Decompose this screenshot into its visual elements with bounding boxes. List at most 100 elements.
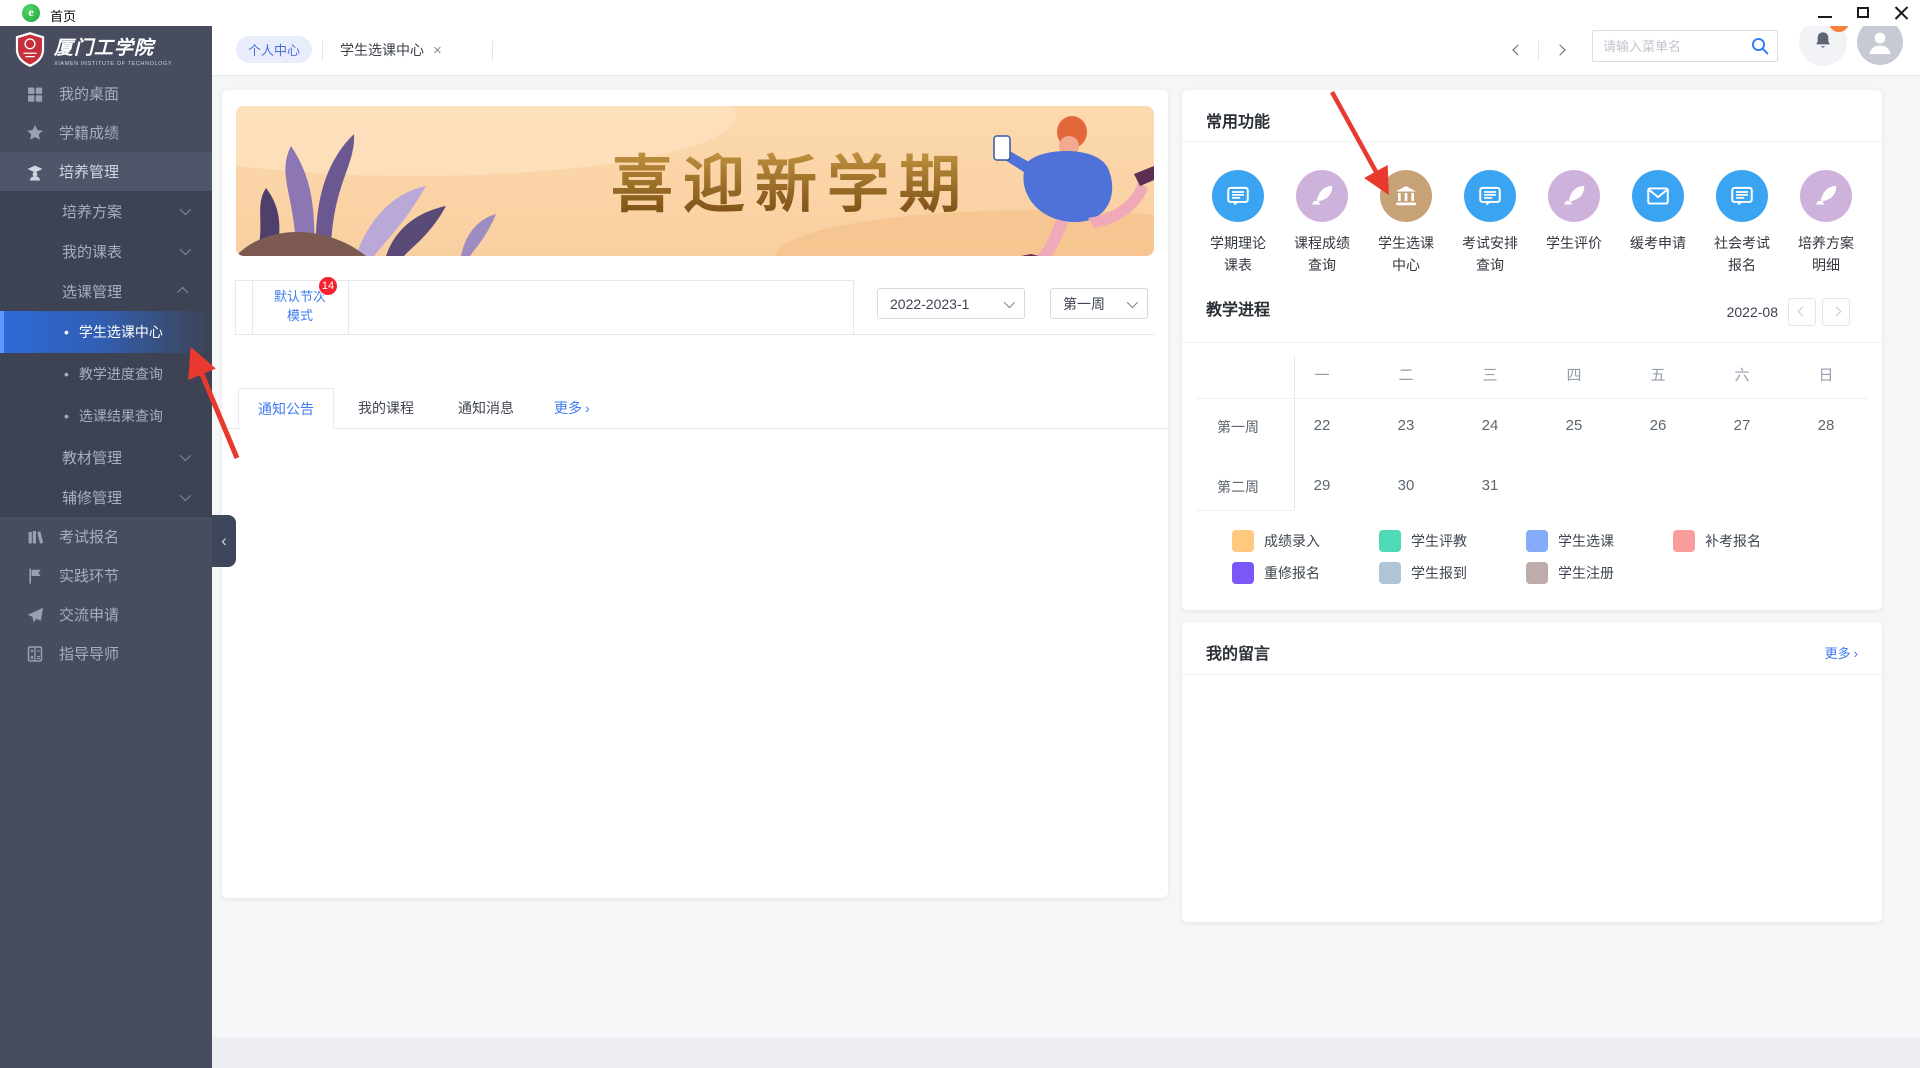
quick-item-exam-schedule[interactable]: 考试安排 查询 — [1448, 170, 1532, 276]
comment-icon — [1477, 183, 1503, 209]
divider — [1538, 41, 1539, 61]
tab-student-course-center[interactable]: 学生选课中心 × — [340, 40, 442, 60]
divider — [1182, 141, 1882, 142]
week-select[interactable]: 第一周 — [1050, 288, 1148, 319]
sidebar-submenu-training: 培养方案 我的课表 选课管理 学生选课中心 教学进度查询 选课结果查询 教材管理 — [0, 191, 212, 517]
chevron-left-icon — [1798, 307, 1808, 317]
plane-icon — [26, 606, 44, 624]
legend-swatch — [1379, 562, 1401, 584]
tab-personal-center[interactable]: 个人中心 — [236, 36, 312, 63]
sidebar-item-course-selection-management[interactable]: 选课管理 — [0, 271, 212, 311]
sidebar-collapse-handle[interactable]: ‹ — [212, 515, 236, 567]
bank-icon — [1393, 183, 1419, 209]
legend-swatch — [1526, 530, 1548, 552]
calendar-date: 27 — [1700, 417, 1784, 437]
calendar-prev-button[interactable] — [1788, 298, 1816, 326]
sidebar-item-student-course-center[interactable]: 学生选课中心 — [0, 311, 212, 353]
calendar-date: 31 — [1448, 477, 1532, 497]
quick-item-deferred-exam[interactable]: 缓考申请 — [1616, 170, 1700, 276]
books-icon — [26, 528, 44, 546]
calendar-date: 25 — [1532, 417, 1616, 437]
quill-icon — [1309, 183, 1335, 209]
divider — [1182, 674, 1882, 675]
sidebar-item-teaching-progress-query[interactable]: 教学进度查询 — [0, 353, 212, 395]
messages-more-link[interactable]: 更多› — [1825, 643, 1858, 662]
sidebar: 厦门工学院 XIAMEN INSTITUTE OF TECHNOLOGY 我的桌… — [0, 26, 212, 1068]
school-shield-icon — [14, 31, 46, 69]
quick-item-training-plan-detail[interactable]: 培养方案 明细 — [1784, 170, 1868, 276]
legend-swatch — [1526, 562, 1548, 584]
sidebar-item-academic-records[interactable]: 学籍成绩 — [0, 113, 212, 152]
nav-back-button[interactable] — [1507, 40, 1529, 62]
sidebar-item-my-timetable[interactable]: 我的课表 — [0, 231, 212, 271]
sidebar-item-exam-registration[interactable]: 考试报名 — [0, 517, 212, 556]
main-panel: 喜迎新学期 默认节次 模式 14 2022-2023-1 第一周 通知公告 我的… — [222, 90, 1168, 898]
school-logo: 厦门工学院 XIAMEN INSTITUTE OF TECHNOLOGY — [0, 26, 212, 74]
sidebar-item-training-plan[interactable]: 培养方案 — [0, 191, 212, 231]
chevron-left-icon — [1512, 44, 1523, 55]
sidebar-item-selection-result-query[interactable]: 选课结果查询 — [0, 395, 212, 437]
search-icon[interactable] — [1750, 36, 1770, 56]
sidebar-item-exchange-application[interactable]: 交流申请 — [0, 595, 212, 634]
nav-forward-button[interactable] — [1549, 40, 1571, 62]
chevron-down-icon — [180, 244, 191, 255]
sidebar-item-training-management[interactable]: 培养管理 — [0, 152, 212, 191]
legend-item: 学生评教 — [1379, 530, 1526, 552]
calendar-date: 24 — [1448, 417, 1532, 437]
legend-item: 学生报到 — [1379, 562, 1526, 584]
quick-item-social-exam[interactable]: 社会考试 报名 — [1700, 170, 1784, 276]
divider — [492, 41, 493, 61]
divider — [1182, 342, 1882, 343]
quick-item-student-course-center[interactable]: 学生选课 中心 — [1364, 170, 1448, 276]
divider — [1196, 510, 1294, 511]
bell-icon — [1812, 30, 1834, 52]
divider — [235, 280, 236, 334]
mode-count-badge: 14 — [318, 276, 338, 296]
graduate-icon — [26, 163, 44, 181]
chevron-up-icon — [177, 287, 188, 298]
quick-item-semester-timetable[interactable]: 学期理论 课表 — [1196, 170, 1280, 276]
sidebar-item-practice[interactable]: 实践环节 — [0, 556, 212, 595]
maximize-button[interactable] — [1848, 0, 1878, 26]
notices-more-link[interactable]: 更多› — [554, 388, 590, 428]
tab-notification-messages[interactable]: 通知消息 — [458, 388, 514, 428]
sidebar-item-my-desktop[interactable]: 我的桌面 — [0, 74, 212, 113]
tab-notices[interactable]: 通知公告 — [238, 388, 334, 429]
sidebar-item-advisor[interactable]: 指导导师 — [0, 634, 212, 673]
user-icon — [1864, 26, 1896, 58]
legend-item: 成绩录入 — [1232, 530, 1379, 552]
quick-item-student-evaluation[interactable]: 学生评价 — [1532, 170, 1616, 276]
browser-icon: e — [22, 4, 40, 22]
sidebar-item-minor-management[interactable]: 辅修管理 — [0, 477, 212, 517]
divider — [1196, 398, 1868, 399]
calendar-date: 22 — [1280, 417, 1364, 437]
legend-swatch — [1232, 562, 1254, 584]
minimize-button[interactable] — [1810, 0, 1840, 26]
legend-swatch — [1232, 530, 1254, 552]
tab-my-courses[interactable]: 我的课程 — [358, 388, 414, 428]
term-select[interactable]: 2022-2023-1 — [877, 288, 1025, 319]
calendar-next-button[interactable] — [1822, 298, 1850, 326]
window-titlebar: e 首页 — [0, 0, 1920, 26]
comment-icon — [1225, 183, 1251, 209]
quick-item-course-grades[interactable]: 课程成绩 查询 — [1280, 170, 1364, 276]
window-title: 首页 — [50, 6, 76, 25]
calendar-date: 29 — [1280, 477, 1364, 497]
calculator-icon — [26, 645, 44, 663]
chevron-down-icon — [180, 450, 191, 461]
divider — [853, 280, 854, 334]
divider — [222, 428, 1168, 429]
chevron-right-icon: › — [1854, 646, 1858, 661]
calendar-legend: 重修报名 学生报到 学生注册 — [1232, 562, 1673, 584]
tab-close-icon[interactable]: × — [433, 42, 442, 59]
legend-item: 补考报名 — [1673, 530, 1820, 552]
divider — [322, 41, 323, 61]
star-icon — [26, 124, 44, 142]
comment-icon — [1729, 183, 1755, 209]
app-window: e 首页 厦门工学院 XIAMEN INSTITUTE OF TECHNOLOG… — [0, 0, 1920, 1068]
close-button[interactable] — [1886, 0, 1916, 26]
sidebar-item-textbook-management[interactable]: 教材管理 — [0, 437, 212, 477]
desktop-grid-icon — [26, 85, 44, 103]
chevron-right-icon — [1832, 307, 1842, 317]
my-messages-panel: 我的留言 更多› — [1182, 622, 1882, 922]
